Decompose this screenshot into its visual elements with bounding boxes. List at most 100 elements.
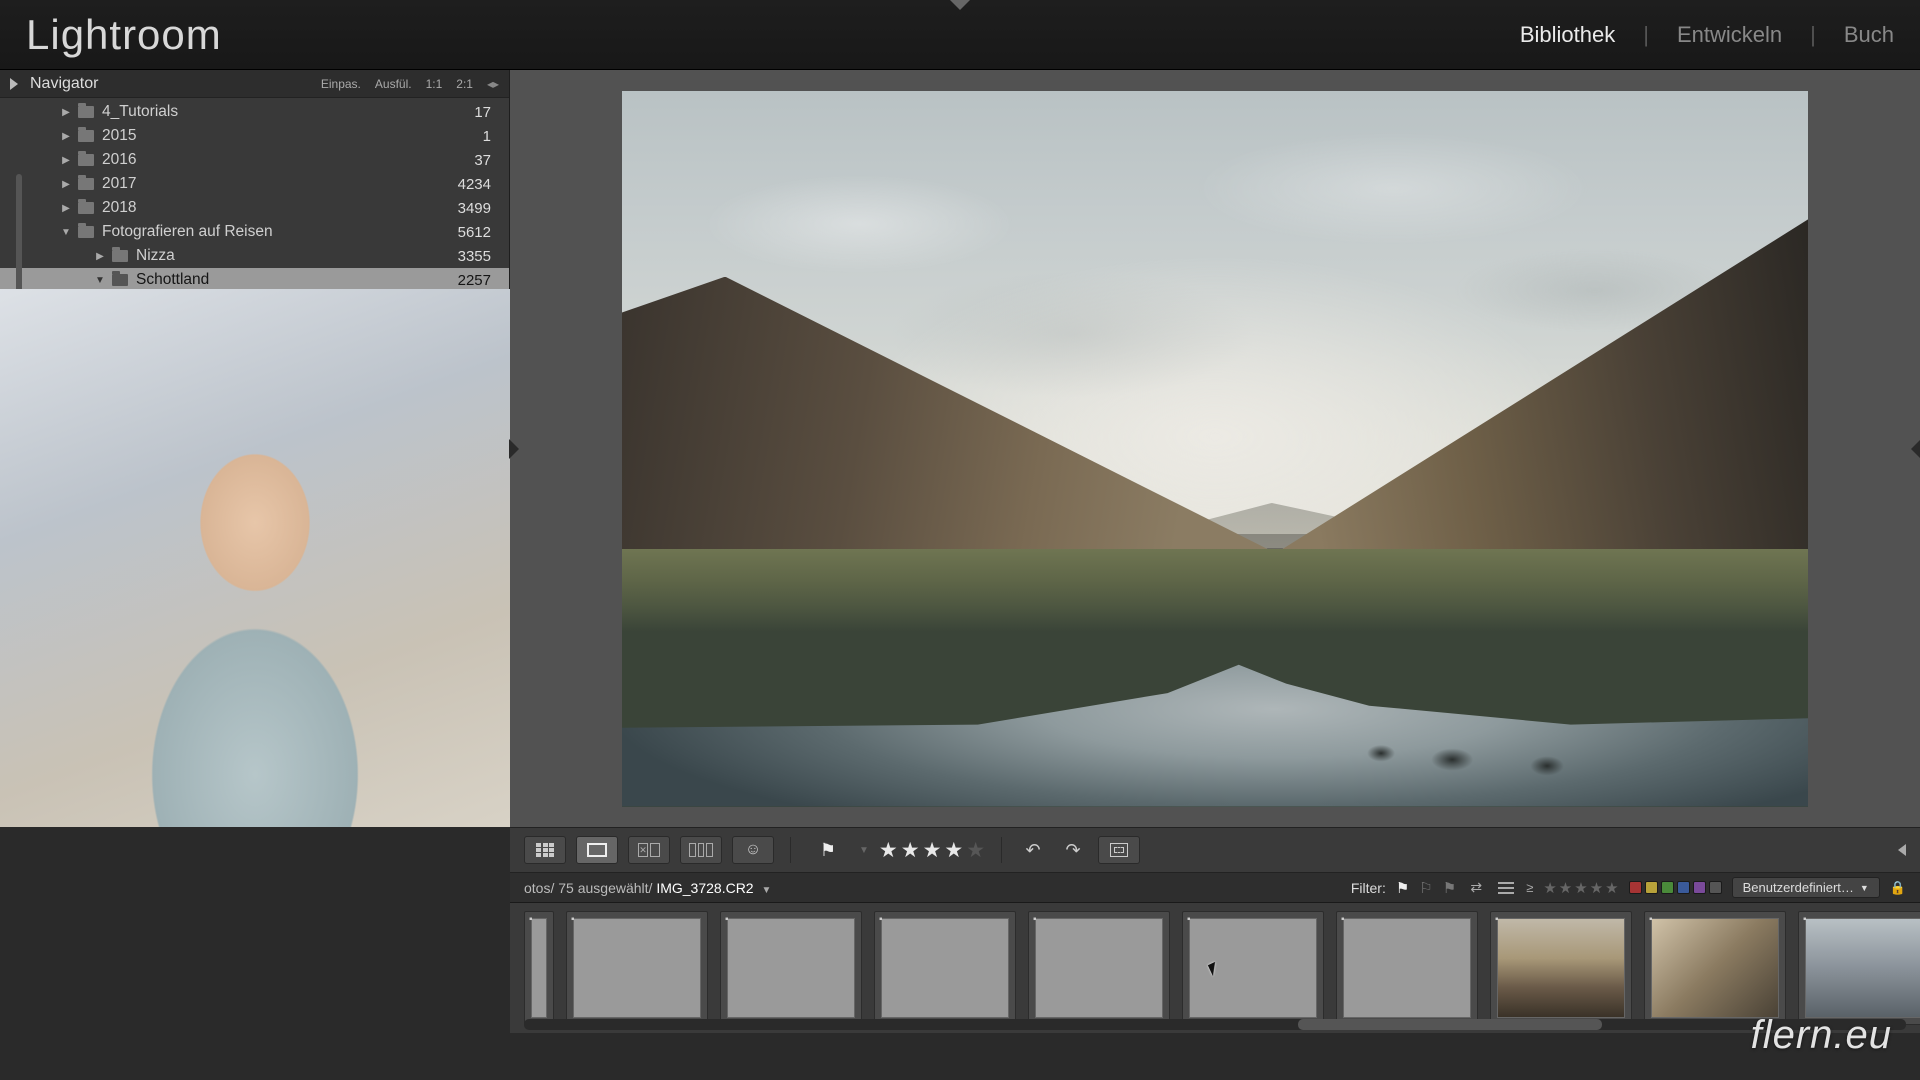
toolbar: ☺ ⚑ ▼ ★★★★★ ↶ ↷ <box>510 827 1920 873</box>
folder-icon <box>78 202 94 214</box>
zoom-fill[interactable]: Ausfül. <box>375 77 412 91</box>
star-2[interactable]: ★ <box>901 838 920 863</box>
color-label-green[interactable] <box>1661 881 1674 894</box>
filter-color-labels <box>1629 881 1722 894</box>
filter-flag-pick[interactable]: ⚑ <box>1396 879 1409 897</box>
filmstrip-thumb[interactable]: ▪ <box>1336 911 1478 1025</box>
star-3[interactable]: ★ <box>923 838 942 863</box>
toolbar-menu-icon[interactable] <box>1898 844 1906 856</box>
folder-icon <box>112 250 128 262</box>
folder-icon <box>78 226 94 238</box>
filter-switch-icon[interactable]: ⇄ <box>1466 881 1486 895</box>
path-dropdown-icon[interactable]: ▼ <box>762 885 772 896</box>
filmstrip-path[interactable]: otos/ 75 ausgewählt/ IMG_3728.CR2 ▼ <box>524 880 771 896</box>
top-collapse-triangle[interactable] <box>950 0 970 10</box>
folder-count: 37 <box>474 152 491 169</box>
filmstrip-thumb[interactable]: ▪ <box>1798 911 1920 1025</box>
compare-icon <box>638 843 660 857</box>
filmstrip-thumb[interactable]: ▪ <box>524 911 554 1025</box>
zoom-2-1[interactable]: 2:1 <box>456 77 473 91</box>
filmstrip-thumb[interactable]: ▪ <box>1490 911 1632 1025</box>
zoom-1-1[interactable]: 1:1 <box>426 77 443 91</box>
color-label-yellow[interactable] <box>1645 881 1658 894</box>
thumb-image <box>531 918 547 1018</box>
folder-row[interactable]: ▶20174234 <box>0 172 509 196</box>
navigator-zoom-controls: Einpas. Ausfül. 1:1 2:1 ◂▸ <box>321 77 499 91</box>
main-photo[interactable] <box>622 91 1808 807</box>
filmstrip-thumb[interactable]: ▪ <box>1644 911 1786 1025</box>
filter-lock-icon[interactable]: 🔒 <box>1890 880 1906 896</box>
rotate-cw-button[interactable]: ↷ <box>1058 836 1088 864</box>
filmstrip-scrollbar[interactable] <box>524 1019 1906 1030</box>
navigator-header[interactable]: Navigator Einpas. Ausfül. 1:1 2:1 ◂▸ <box>0 70 509 98</box>
current-filename: IMG_3728.CR2 <box>656 880 753 896</box>
navigator-disclosure-icon[interactable] <box>10 78 18 90</box>
disclosure-collapsed-icon[interactable]: ▶ <box>60 155 72 166</box>
folder-row[interactable]: ▶201637 <box>0 148 509 172</box>
folder-row[interactable]: ▶4_Tutorials17 <box>0 100 509 124</box>
rating-stars[interactable]: ★★★★★ <box>879 838 985 863</box>
disclosure-collapsed-icon[interactable]: ▶ <box>60 131 72 142</box>
zoom-dropdown-icon[interactable]: ◂▸ <box>487 77 499 91</box>
filmstrip-scrollbar-handle[interactable] <box>1298 1019 1602 1030</box>
star-5[interactable]: ★ <box>966 838 985 863</box>
thumb-badges: ▪ <box>571 914 575 925</box>
left-panel: Navigator Einpas. Ausfül. 1:1 2:1 ◂▸ ▶4_… <box>0 70 510 827</box>
disclosure-collapsed-icon[interactable]: ▶ <box>60 203 72 214</box>
left-panel-collapse-icon[interactable] <box>509 439 519 459</box>
filter-rating-stars[interactable]: ★★★★★ <box>1543 879 1618 897</box>
filter-flag-rejected[interactable]: ⚑ <box>1443 879 1456 897</box>
color-label-blue[interactable] <box>1677 881 1690 894</box>
disclosure-collapsed-icon[interactable]: ▶ <box>60 179 72 190</box>
thumb-badges: ▪ <box>1033 914 1037 925</box>
filmstrip-thumb[interactable]: ▪ <box>720 911 862 1025</box>
folder-row[interactable]: ▶Nizza3355 <box>0 244 509 268</box>
compare-view-button[interactable] <box>628 836 670 864</box>
module-library[interactable]: Bibliothek <box>1520 22 1615 48</box>
filmstrip-thumb[interactable]: ▪ <box>566 911 708 1025</box>
module-book[interactable]: Buch <box>1844 22 1894 48</box>
disclosure-expanded-icon[interactable]: ▼ <box>60 227 72 238</box>
right-panel-collapse-icon[interactable] <box>1911 439 1920 459</box>
loupe-view[interactable] <box>510 70 1920 827</box>
zoom-fit[interactable]: Einpas. <box>321 77 361 91</box>
sync-button[interactable] <box>1098 836 1140 864</box>
module-develop[interactable]: Entwickeln <box>1677 22 1782 48</box>
flag-icon: ⚑ <box>820 840 836 861</box>
loupe-view-button[interactable] <box>576 836 618 864</box>
grid-view-button[interactable] <box>524 836 566 864</box>
flag-button[interactable]: ⚑ <box>807 836 849 864</box>
disclosure-collapsed-icon[interactable]: ▶ <box>94 251 106 262</box>
star-4[interactable]: ★ <box>944 838 963 863</box>
thumb-image <box>573 918 701 1018</box>
folder-count: 17 <box>474 104 491 121</box>
toolbar-divider <box>1001 837 1002 863</box>
filter-flag-unflagged[interactable]: ⚐ <box>1419 879 1432 897</box>
filter-rating-operator[interactable]: ≥ <box>1526 880 1533 895</box>
flag-dropdown-icon[interactable]: ▼ <box>859 845 869 856</box>
color-label-red[interactable] <box>1629 881 1642 894</box>
people-view-button[interactable]: ☺ <box>732 836 774 864</box>
filmstrip[interactable]: ▪▪▪▪▪▪▪▪▪▪ <box>510 903 1920 1033</box>
color-label-purple[interactable] <box>1693 881 1706 894</box>
filmstrip-thumb[interactable]: ▪ <box>1028 911 1170 1025</box>
filmstrip-filter-bar: otos/ 75 ausgewählt/ IMG_3728.CR2 ▼ Filt… <box>510 873 1920 903</box>
chevron-down-icon: ▼ <box>1860 883 1869 893</box>
thumb-badges: ▪ <box>1495 914 1499 925</box>
color-label-none[interactable] <box>1709 881 1722 894</box>
folder-count: 3499 <box>458 200 491 217</box>
filmstrip-thumb[interactable]: ▪ <box>874 911 1016 1025</box>
folder-row[interactable]: ▶20151 <box>0 124 509 148</box>
filter-sliders-icon[interactable] <box>1496 881 1516 895</box>
folder-row[interactable]: ▼Fotografieren auf Reisen5612 <box>0 220 509 244</box>
rotate-ccw-button[interactable]: ↶ <box>1018 836 1048 864</box>
thumb-badges: ▪ <box>1803 914 1807 925</box>
folder-count: 5612 <box>458 224 491 241</box>
disclosure-collapsed-icon[interactable]: ▶ <box>60 107 72 118</box>
disclosure-expanded-icon[interactable]: ▼ <box>94 275 106 286</box>
filter-preset-dropdown[interactable]: Benutzerdefiniert… ▼ <box>1732 877 1880 898</box>
survey-view-button[interactable] <box>680 836 722 864</box>
folder-row[interactable]: ▶20183499 <box>0 196 509 220</box>
star-1[interactable]: ★ <box>879 838 898 863</box>
filmstrip-thumb[interactable]: ▪ <box>1182 911 1324 1025</box>
